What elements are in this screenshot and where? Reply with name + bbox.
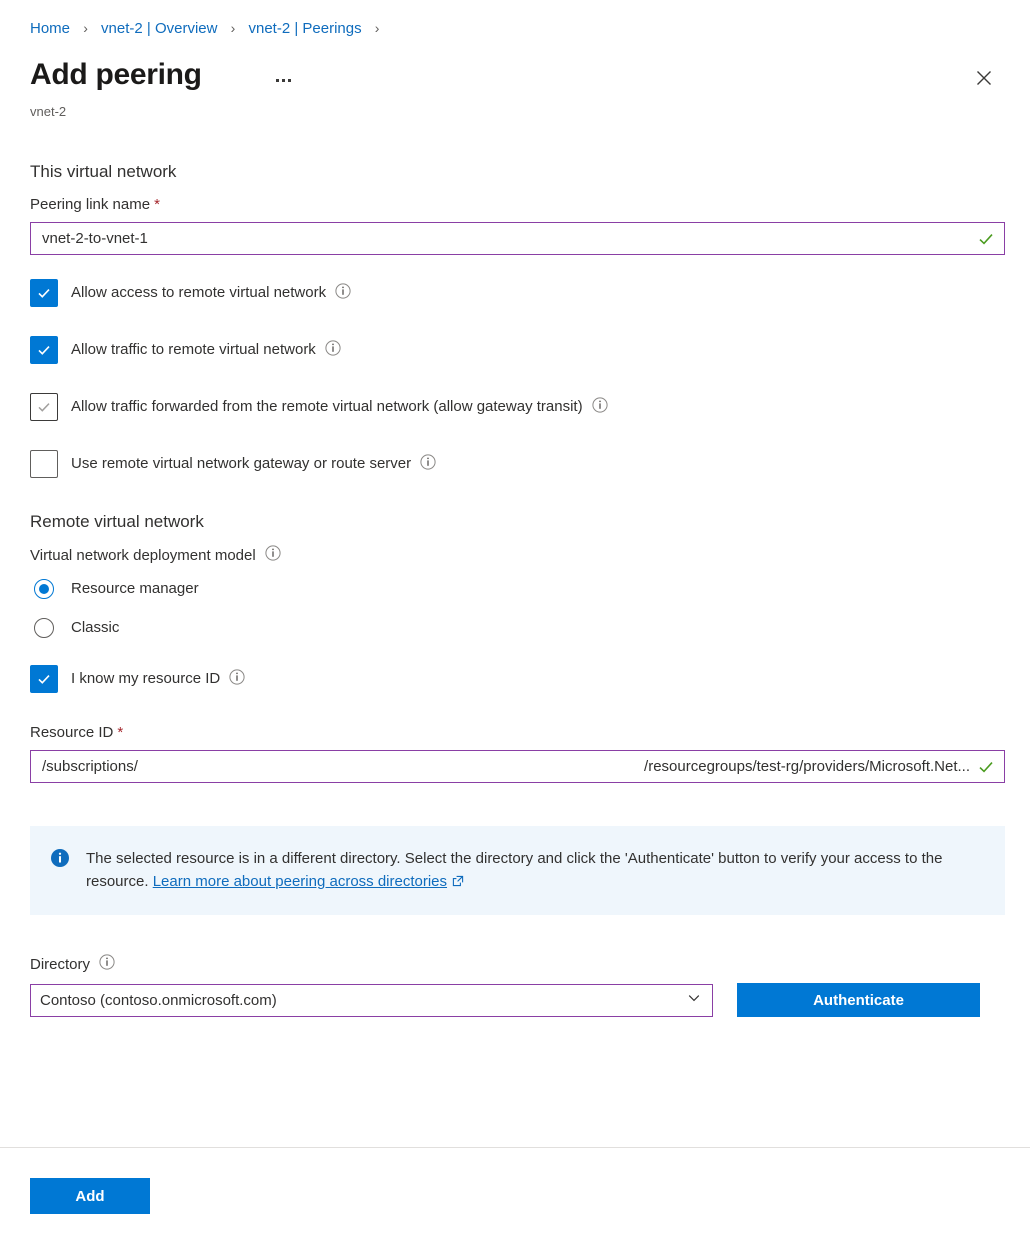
more-commands-button[interactable]: [270, 68, 296, 92]
peering-link-name-label: Peering link name *: [30, 195, 1030, 215]
required-asterisk: *: [117, 724, 124, 741]
checkbox-label-use-remote-gateway: Use remote virtual network gateway or ro…: [71, 455, 412, 472]
resource-id-value-prefix: /subscriptions/: [42, 758, 138, 775]
breadcrumb-separator: ›: [83, 20, 88, 36]
close-button[interactable]: [968, 62, 1000, 94]
footer-divider: [0, 1147, 1030, 1148]
resource-id-label: Resource ID *: [30, 723, 1030, 743]
breadcrumb-item-vnet-2-overview[interactable]: vnet-2 | Overview: [101, 20, 217, 37]
radio-label-resource-manager: Resource manager: [71, 580, 199, 597]
resource-id-label-text: Resource ID: [30, 724, 114, 741]
checkbox-allow-forwarded-traffic[interactable]: [30, 393, 58, 421]
info-icon[interactable]: [335, 282, 351, 304]
radio-row-resource-manager[interactable]: Resource manager: [30, 574, 1030, 604]
ellipsis-dot: [281, 78, 285, 82]
info-icon[interactable]: [265, 545, 281, 567]
peering-link-name-input[interactable]: vnet-2-to-vnet-1: [30, 222, 1005, 255]
check-icon: [38, 403, 50, 412]
info-icon[interactable]: [420, 453, 436, 475]
page-title: Add peering: [30, 58, 202, 91]
banner-text: The selected resource is in a different …: [86, 847, 987, 894]
authenticate-button[interactable]: Authenticate: [737, 983, 980, 1017]
checkbox-label-allow-access: Allow access to remote virtual network: [71, 284, 327, 301]
directory-info-banner: The selected resource is in a different …: [30, 826, 1005, 915]
breadcrumb-separator: ›: [374, 20, 380, 36]
checkbox-row-allow-traffic[interactable]: Allow traffic to remote virtual network: [30, 336, 1030, 364]
resource-id-input[interactable]: /subscriptions/ /resourcegroups/test-rg/…: [30, 750, 1005, 783]
radio-resource-manager[interactable]: [30, 575, 58, 603]
breadcrumb-item-vnet-2-peerings[interactable]: vnet-2 | Peerings: [248, 20, 361, 37]
checkbox-label-allow-forwarded-traffic: Allow traffic forwarded from the remote …: [71, 398, 583, 415]
external-link-icon[interactable]: [452, 874, 464, 891]
chevron-down-icon: [687, 991, 701, 1009]
add-button[interactable]: Add: [30, 1178, 150, 1214]
checkbox-row-allow-access[interactable]: Allow access to remote virtual network: [30, 279, 1030, 307]
directory-select[interactable]: Contoso (contoso.onmicrosoft.com): [30, 983, 713, 1017]
checkbox-use-remote-gateway[interactable]: [30, 450, 58, 478]
checkbox-allow-access[interactable]: [30, 279, 58, 307]
ellipsis-dot: [287, 78, 291, 82]
section-heading-remote-virtual-network: Remote virtual network: [30, 512, 204, 531]
directory-selected-value: Contoso (contoso.onmicrosoft.com): [40, 991, 277, 1009]
checkbox-label-know-resource-id: I know my resource ID: [71, 670, 221, 687]
valid-check-icon: [979, 233, 993, 245]
section-heading-this-virtual-network: This virtual network: [30, 162, 177, 181]
add-peering-form: This virtual network Peering link name *…: [0, 160, 1030, 1017]
breadcrumb-separator: ›: [230, 20, 236, 36]
info-icon[interactable]: [99, 954, 115, 976]
banner-learn-more-link[interactable]: Learn more about peering across director…: [153, 873, 447, 890]
valid-check-icon: [979, 761, 993, 773]
close-icon: [977, 71, 991, 85]
deployment-model-label-text: Virtual network deployment model: [30, 547, 256, 564]
checkbox-allow-traffic[interactable]: [30, 336, 58, 364]
directory-label: Directory: [30, 954, 1030, 976]
info-icon: [51, 849, 69, 872]
directory-label-text: Directory: [30, 956, 91, 973]
radio-label-classic: Classic: [71, 619, 120, 636]
checkbox-row-use-remote-gateway[interactable]: Use remote virtual network gateway or ro…: [30, 450, 1030, 478]
deployment-model-label: Virtual network deployment model: [30, 545, 1030, 567]
radio-classic[interactable]: [30, 614, 58, 642]
check-icon: [38, 675, 50, 684]
breadcrumb: Home › vnet-2 | Overview › vnet-2 | Peer…: [30, 16, 388, 41]
checkbox-label-allow-traffic: Allow traffic to remote virtual network: [71, 341, 316, 358]
checkbox-row-allow-forwarded-traffic[interactable]: Allow traffic forwarded from the remote …: [30, 393, 1030, 421]
breadcrumb-item-home[interactable]: Home: [30, 20, 70, 37]
directory-row: Contoso (contoso.onmicrosoft.com) Authen…: [30, 983, 1030, 1017]
ellipsis-dot: [275, 78, 279, 82]
checkbox-know-resource-id[interactable]: [30, 665, 58, 693]
check-icon: [38, 346, 50, 355]
radio-row-classic[interactable]: Classic: [30, 613, 1030, 643]
info-icon[interactable]: [325, 339, 341, 361]
info-icon[interactable]: [229, 668, 245, 690]
check-icon: [38, 289, 50, 298]
resource-id-value-suffix: /resourcegroups/test-rg/providers/Micros…: [644, 758, 970, 775]
peering-link-name-value: vnet-2-to-vnet-1: [42, 230, 148, 247]
info-icon[interactable]: [591, 396, 608, 418]
required-asterisk: *: [154, 196, 160, 213]
checkbox-row-know-resource-id[interactable]: I know my resource ID: [30, 665, 1030, 693]
peering-link-name-label-text: Peering link name: [30, 196, 151, 213]
page-subtitle: vnet-2: [30, 104, 67, 119]
